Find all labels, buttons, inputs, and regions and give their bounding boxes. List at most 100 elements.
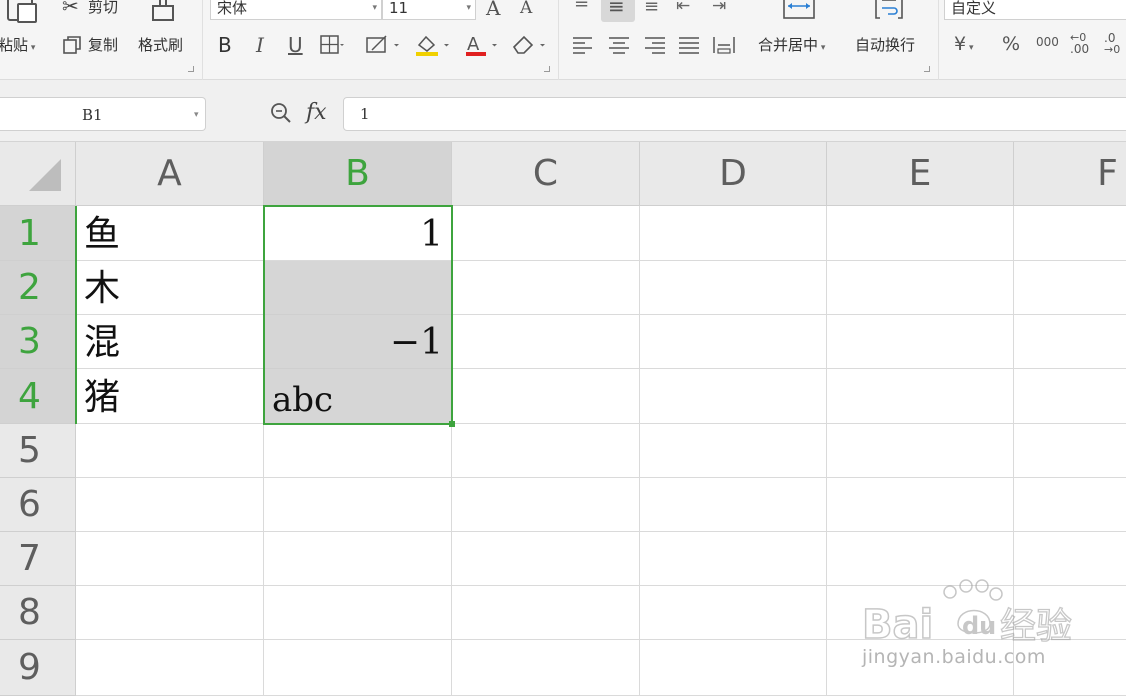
thousands-separator-button[interactable]: 000	[1036, 36, 1059, 48]
cell-e2[interactable]	[827, 261, 1014, 315]
column-header-c[interactable]: C	[452, 142, 640, 206]
row-header-8[interactable]: 8	[0, 586, 76, 640]
increase-indent-icon[interactable]: ⇥	[712, 0, 726, 15]
grow-font-button[interactable]: A	[486, 0, 500, 18]
cell-c4[interactable]	[452, 369, 640, 424]
currency-button[interactable]: ¥ ▾	[954, 35, 973, 54]
cell-b7[interactable]	[264, 532, 452, 586]
cell-a2[interactable]: 木	[76, 261, 264, 315]
underline-button[interactable]: U	[288, 35, 303, 55]
decrease-decimal-button[interactable]: .0 →0	[1104, 32, 1120, 55]
insert-function-button[interactable]: fx	[306, 100, 327, 125]
cell-e5[interactable]	[827, 424, 1014, 478]
cell-c7[interactable]	[452, 532, 640, 586]
cell-b5[interactable]	[264, 424, 452, 478]
row-header-5[interactable]: 5	[0, 424, 76, 478]
cell-f2[interactable]	[1014, 261, 1126, 315]
merge-center-button[interactable]: 合并居中 ▾	[758, 36, 825, 57]
row-header-4[interactable]: 4	[0, 369, 76, 424]
column-header-a[interactable]: A	[76, 142, 264, 206]
cell-e4[interactable]	[827, 369, 1014, 424]
font-name-select[interactable]: 宋体 ▾	[210, 0, 382, 20]
cell-a9[interactable]	[76, 640, 264, 696]
format-painter-button[interactable]: 格式刷	[138, 36, 183, 54]
cell-b2[interactable]	[264, 261, 452, 315]
alignment-group-launcher[interactable]	[924, 66, 930, 72]
cell-b9[interactable]	[264, 640, 452, 696]
cell-d6[interactable]	[640, 478, 827, 532]
cell-f4[interactable]	[1014, 369, 1126, 424]
cell-d5[interactable]	[640, 424, 827, 478]
cell-d8[interactable]	[640, 586, 827, 640]
currency-dropdown-icon[interactable]: ▾	[966, 43, 974, 53]
cell-e1[interactable]	[827, 206, 1014, 261]
paste-dropdown-icon[interactable]: ▾	[28, 43, 36, 53]
shrink-font-button[interactable]: A	[520, 0, 532, 17]
cell-c2[interactable]	[452, 261, 640, 315]
cell-d3[interactable]	[640, 315, 827, 369]
align-right-icon[interactable]	[644, 36, 666, 57]
cell-c3[interactable]	[452, 315, 640, 369]
scissors-icon[interactable]: ✂	[62, 0, 79, 16]
cut-button[interactable]: 剪切	[88, 0, 118, 16]
border-icon[interactable]	[320, 35, 344, 58]
row-header-1[interactable]: 1	[0, 206, 76, 261]
cell-a8[interactable]	[76, 586, 264, 640]
clipboard-group-launcher[interactable]	[188, 66, 194, 72]
cell-b6[interactable]	[264, 478, 452, 532]
merge-dropdown-icon[interactable]: ▾	[818, 43, 826, 53]
cell-a5[interactable]	[76, 424, 264, 478]
chevron-down-icon[interactable]: ▾	[194, 110, 199, 120]
cell-a4[interactable]: 猪	[76, 369, 264, 424]
font-color-icon[interactable]: A	[464, 33, 504, 60]
cell-b3[interactable]: −1	[264, 315, 452, 369]
paste-button[interactable]: 粘贴 ▾	[0, 36, 35, 57]
cell-b1[interactable]: 1	[264, 206, 452, 261]
cell-d9[interactable]	[640, 640, 827, 696]
row-header-3[interactable]: 3	[0, 315, 76, 369]
cell-c6[interactable]	[452, 478, 640, 532]
column-header-b[interactable]: B	[264, 142, 452, 206]
cell-c1[interactable]	[452, 206, 640, 261]
column-header-f[interactable]: F	[1014, 142, 1126, 206]
cell-a1[interactable]: 鱼	[76, 206, 264, 261]
cell-f5[interactable]	[1014, 424, 1126, 478]
name-box[interactable]: B1 ▾	[0, 97, 206, 131]
align-bottom-icon[interactable]: ≡	[644, 0, 659, 16]
distributed-align-icon[interactable]	[712, 36, 736, 57]
cell-e3[interactable]	[827, 315, 1014, 369]
fill-handle[interactable]	[449, 421, 455, 427]
wrap-text-icon[interactable]	[872, 0, 906, 25]
formula-input[interactable]: 1	[343, 97, 1126, 131]
cell-d4[interactable]	[640, 369, 827, 424]
cell-b8[interactable]	[264, 586, 452, 640]
column-header-e[interactable]: E	[827, 142, 1014, 206]
justify-icon[interactable]	[678, 36, 700, 57]
align-middle-icon[interactable]: ≡	[608, 0, 625, 16]
font-group-launcher[interactable]	[544, 66, 550, 72]
eraser-icon[interactable]	[510, 33, 550, 60]
row-header-9[interactable]: 9	[0, 640, 76, 696]
font-size-select[interactable]: 11 ▾	[382, 0, 476, 20]
wrap-text-button[interactable]: 自动换行	[855, 36, 915, 54]
fill-color-icon[interactable]	[414, 33, 454, 60]
merge-center-icon[interactable]	[782, 0, 816, 25]
copy-button[interactable]: 复制	[88, 36, 118, 54]
align-center-icon[interactable]	[608, 36, 630, 57]
cell-f3[interactable]	[1014, 315, 1126, 369]
cell-d1[interactable]	[640, 206, 827, 261]
cell-c8[interactable]	[452, 586, 640, 640]
cell-style-icon[interactable]	[366, 35, 400, 58]
cell-d7[interactable]	[640, 532, 827, 586]
select-all-corner[interactable]	[0, 142, 76, 206]
column-header-d[interactable]: D	[640, 142, 827, 206]
cell-a3[interactable]: 混	[76, 315, 264, 369]
cell-f6[interactable]	[1014, 478, 1126, 532]
bold-button[interactable]: B	[218, 35, 232, 55]
percent-button[interactable]: %	[1002, 35, 1020, 54]
cell-b4[interactable]: abc	[264, 369, 452, 424]
copy-icon[interactable]	[62, 35, 82, 58]
number-format-select[interactable]: 自定义	[944, 0, 1126, 20]
italic-button[interactable]: I	[256, 35, 264, 55]
cell-e6[interactable]	[827, 478, 1014, 532]
